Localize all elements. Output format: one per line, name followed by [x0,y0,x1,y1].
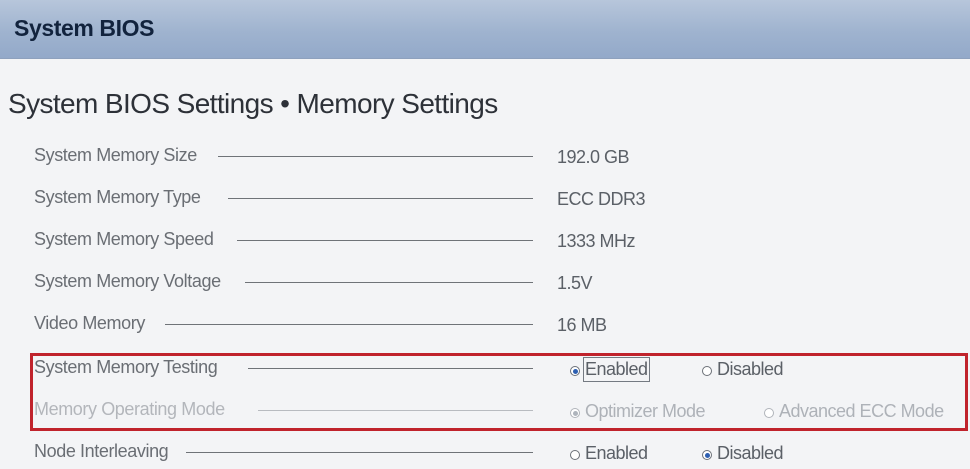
setting-value: ECC DDR3 [557,189,646,209]
node-interleaving-radio-group[interactable]: Enabled Disabled [570,443,964,469]
leader-line [228,198,533,199]
radio-selected-icon[interactable] [702,450,712,460]
leader-line [165,324,533,325]
radio-label: Enabled [585,443,648,463]
bios-title: System BIOS [14,15,155,41]
setting-row-system-memory-type: System Memory Type ECC DDR3 [34,174,964,214]
memory-settings-highlight [30,353,968,431]
bios-titlebar: System BIOS [0,0,970,59]
radio-unselected-icon[interactable] [570,450,580,460]
setting-label: Video Memory [34,313,145,333]
setting-label: System Memory Speed [34,229,214,249]
setting-value: 16 MB [557,315,607,335]
setting-value: 1.5V [557,273,593,293]
setting-value: 1333 MHz [557,231,636,251]
leader-line [218,156,533,157]
setting-row-system-memory-voltage: System Memory Voltage 1.5V [34,258,964,298]
setting-row-node-interleaving[interactable]: Node Interleaving Enabled Disabled [34,428,964,468]
setting-label: Node Interleaving [34,441,169,461]
setting-row-system-memory-speed: System Memory Speed 1333 MHz [34,216,964,256]
setting-label: System Memory Type [34,187,201,207]
page-title: System BIOS Settings • Memory Settings [8,88,498,119]
radio-label: Disabled [717,443,784,463]
setting-label: System Memory Size [34,145,197,165]
setting-row-system-memory-size: System Memory Size 192.0 GB [34,132,964,172]
setting-label: System Memory Voltage [34,271,221,291]
leader-line [237,240,533,241]
leader-line [245,282,533,283]
leader-line [186,452,533,453]
setting-value: 192.0 GB [557,147,630,167]
setting-row-video-memory: Video Memory 16 MB [34,300,964,340]
